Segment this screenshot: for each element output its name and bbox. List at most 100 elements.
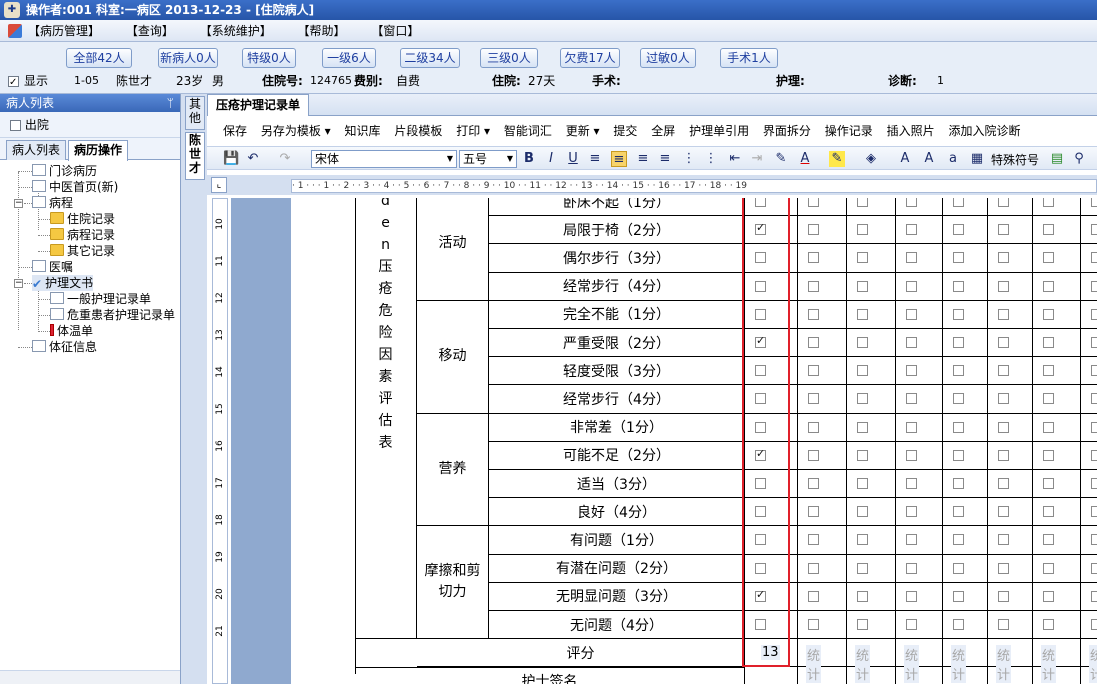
tree-item-tcm-home[interactable]: 中医首页(新) — [32, 179, 118, 195]
underline-icon[interactable]: U — [565, 151, 581, 167]
save-icon[interactable]: 💾 — [223, 151, 239, 167]
print-button[interactable]: 打印 ▾ — [456, 124, 490, 138]
add-diagnosis-button[interactable]: 添加入院诊断 — [948, 124, 1020, 138]
score-checkbox[interactable] — [1091, 308, 1097, 320]
score-checkbox[interactable] — [808, 280, 819, 292]
score-checkbox[interactable] — [1091, 280, 1097, 292]
filter-arrears-button[interactable]: 欠费17人 — [560, 48, 620, 68]
filter-surgery-button[interactable]: 手术1人 — [720, 48, 778, 68]
score-checkbox[interactable] — [857, 252, 868, 264]
score-checkbox[interactable] — [1091, 198, 1097, 207]
score-checkbox[interactable] — [857, 308, 868, 320]
filter-special-level-button[interactable]: 特级0人 — [242, 48, 296, 68]
score-checkbox[interactable] — [808, 619, 819, 630]
score-checkbox[interactable] — [857, 590, 868, 602]
score-checkbox[interactable] — [998, 337, 1009, 348]
smart-vocab-button[interactable]: 智能词汇 — [504, 124, 552, 138]
score-checkbox[interactable] — [906, 478, 917, 489]
score-checkbox[interactable] — [857, 280, 868, 292]
score-checkbox[interactable] — [1043, 280, 1054, 292]
score-checkbox[interactable] — [998, 421, 1009, 433]
score-checkbox[interactable] — [1091, 534, 1097, 546]
insert-icon[interactable]: ▤ — [1049, 151, 1065, 167]
score-checkbox[interactable] — [857, 198, 868, 207]
score-checkbox[interactable] — [857, 393, 868, 405]
align-right-icon[interactable]: ≡ — [635, 151, 651, 167]
app-menu-icon[interactable] — [8, 24, 22, 38]
format-painter-icon[interactable]: ✎ — [773, 151, 789, 167]
tree-item-critical-nursing[interactable]: 危重患者护理记录单 — [50, 307, 175, 323]
font-grow-icon[interactable]: A — [897, 151, 913, 167]
score-checkbox[interactable] — [1043, 252, 1054, 264]
score-checkbox[interactable] — [1091, 224, 1097, 236]
score-checkbox[interactable] — [808, 421, 819, 433]
undo-icon[interactable]: ↶ — [245, 151, 261, 167]
tree-item-vital-signs[interactable]: 体征信息 — [32, 339, 97, 355]
score-checkbox[interactable] — [1043, 308, 1054, 320]
nursing-reference-button[interactable]: 护理单引用 — [689, 124, 749, 138]
fullscreen-button[interactable]: 全屏 — [651, 124, 675, 138]
filter-level2-button[interactable]: 二级34人 — [400, 48, 460, 68]
align-center-icon[interactable]: ≡ — [611, 151, 627, 167]
menu-record-management[interactable]: 【病历管理】 — [28, 24, 100, 38]
italic-icon[interactable]: I — [543, 151, 559, 167]
score-checkbox[interactable] — [1043, 449, 1054, 461]
justify-icon[interactable]: ≡ — [657, 151, 673, 167]
special-symbol-button[interactable]: 特殊符号 — [991, 151, 1039, 168]
score-checkbox[interactable] — [808, 252, 819, 264]
score-checkbox[interactable] — [1043, 506, 1054, 518]
score-checkbox[interactable] — [998, 308, 1009, 320]
score-checkbox[interactable] — [1091, 478, 1097, 489]
knowledge-base-button[interactable]: 知识库 — [345, 124, 381, 138]
search-icon[interactable]: ⚲ — [1071, 151, 1087, 167]
menu-help[interactable]: 【帮助】 — [298, 24, 346, 38]
side-tab-patient[interactable]: 陈世才 — [185, 132, 205, 180]
score-checkbox[interactable] — [953, 280, 964, 292]
score-checkbox[interactable] — [953, 506, 964, 518]
score-checkbox[interactable] — [808, 590, 819, 602]
tree-item-general-nursing[interactable]: 一般护理记录单 — [50, 291, 151, 307]
score-checkbox[interactable] — [953, 224, 964, 236]
score-checkbox[interactable] — [1043, 478, 1054, 489]
score-checkbox[interactable] — [1091, 449, 1097, 461]
update-button[interactable]: 更新 ▾ — [566, 124, 600, 138]
score-checkbox[interactable] — [808, 393, 819, 405]
collapse-icon[interactable]: − — [14, 199, 23, 208]
score-checkbox[interactable] — [998, 393, 1009, 405]
score-checkbox[interactable] — [1043, 590, 1054, 602]
symbol-grid-icon[interactable]: ▦ — [969, 151, 985, 167]
bullet-list-icon[interactable]: ⋮ — [703, 151, 719, 167]
score-checkbox[interactable] — [953, 365, 964, 377]
score-checkbox[interactable] — [906, 308, 917, 320]
score-checkbox[interactable] — [998, 280, 1009, 292]
score-checkbox[interactable] — [1091, 421, 1097, 433]
font-shrink-icon[interactable]: A — [921, 151, 937, 167]
score-checkbox[interactable] — [857, 534, 868, 546]
score-checkbox[interactable] — [906, 393, 917, 405]
score-checkbox[interactable] — [953, 534, 964, 546]
font-color-icon[interactable]: A — [797, 151, 813, 167]
score-checkbox[interactable] — [857, 337, 868, 348]
score-checkbox[interactable] — [808, 365, 819, 377]
score-checkbox[interactable] — [953, 421, 964, 433]
score-checkbox[interactable] — [1043, 562, 1054, 574]
outdent-icon[interactable]: ⇤ — [727, 151, 743, 167]
score-checkbox[interactable] — [953, 252, 964, 264]
tree-item-orders[interactable]: 医嘱 — [32, 259, 73, 275]
score-checkbox[interactable] — [857, 365, 868, 377]
tree-item-nursing-docs[interactable]: ✔ 护理文书 — [32, 275, 94, 291]
score-checkbox[interactable] — [953, 337, 964, 348]
score-checkbox[interactable] — [906, 421, 917, 433]
subscript-icon[interactable]: a — [945, 151, 961, 167]
menu-query[interactable]: 【查询】 — [126, 24, 174, 38]
score-checkbox[interactable] — [906, 619, 917, 630]
pin-icon[interactable]: ᛘ — [167, 94, 174, 112]
save-button[interactable]: 保存 — [223, 124, 247, 138]
score-checkbox[interactable] — [906, 562, 917, 574]
score-checkbox[interactable] — [857, 421, 868, 433]
score-checkbox[interactable] — [953, 393, 964, 405]
fill-color-icon[interactable]: ◈ — [863, 151, 879, 167]
discharged-checkbox[interactable] — [10, 118, 21, 132]
bold-icon[interactable]: B — [521, 151, 537, 167]
score-checkbox[interactable] — [998, 590, 1009, 602]
